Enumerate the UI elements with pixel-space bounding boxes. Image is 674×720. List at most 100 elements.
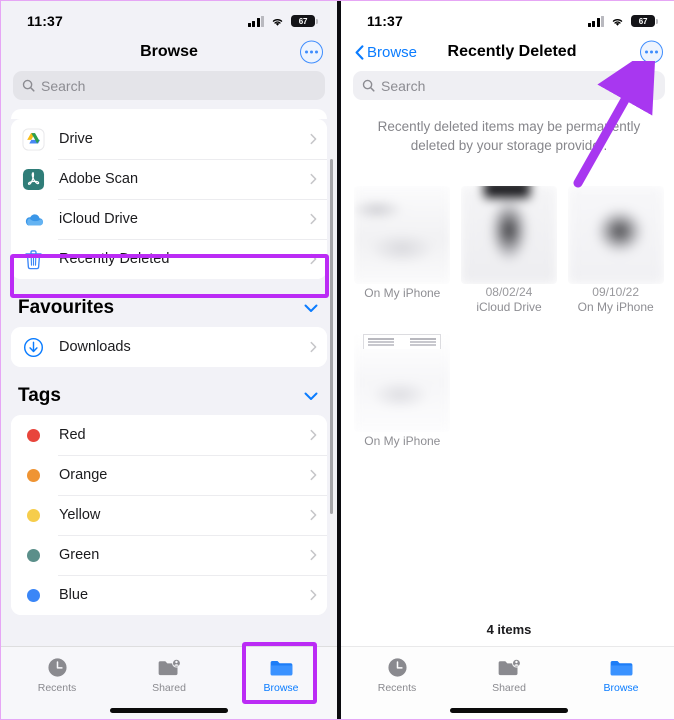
sidebar-item-label: Recently Deleted <box>59 251 170 267</box>
tab-recents[interactable]: Recents <box>1 647 113 719</box>
sidebar-item-icloud-drive[interactable]: iCloud Drive <box>11 199 327 239</box>
wifi-icon <box>272 18 283 26</box>
tag-color-dot <box>20 422 47 449</box>
clock-icon <box>387 656 408 679</box>
cellular-signal-icon <box>247 15 264 27</box>
grid-item[interactable]: On My iPhone <box>351 334 454 474</box>
search-placeholder: Search <box>381 77 426 94</box>
sidebar-item-drive[interactable]: Drive <box>11 119 327 159</box>
tag-color-dot <box>20 582 47 609</box>
search-input[interactable]: Search <box>353 71 665 100</box>
sidebar-item-label: Downloads <box>59 339 131 355</box>
shared-folder-icon <box>497 656 522 679</box>
favourites-section-header[interactable]: Favourites <box>11 279 327 327</box>
more-options-icon[interactable] <box>300 40 323 64</box>
nav-bar-right: Browse Recently Deleted <box>341 35 674 69</box>
chevron-left-icon <box>355 44 364 60</box>
file-thumbnail[interactable] <box>354 334 451 432</box>
scrollbar[interactable] <box>330 159 333 514</box>
sidebar-item-label: Adobe Scan <box>59 171 139 187</box>
file-thumbnail[interactable] <box>567 186 664 284</box>
tab-label: Shared <box>492 682 526 694</box>
chevron-down-icon[interactable] <box>304 304 318 313</box>
section-title: Favourites <box>18 297 115 318</box>
tag-color-dot <box>20 502 47 529</box>
tab-browse[interactable]: Browse <box>225 647 337 719</box>
home-indicator <box>450 708 568 713</box>
tab-label: Recents <box>377 682 417 694</box>
sidebar-item-tag-green[interactable]: Green <box>11 535 327 575</box>
page-title: Recently Deleted <box>447 43 577 60</box>
sidebar-item-tag-orange[interactable]: Orange <box>11 455 327 495</box>
screenshot-root: 11:37 67 Browse Search Drive Adobe Scan … <box>0 0 674 720</box>
file-thumbnail[interactable] <box>460 186 557 284</box>
left-phone-screen: 11:37 67 Browse Search Drive Adobe Scan … <box>1 1 337 719</box>
battery-icon: 67 <box>631 15 658 27</box>
sidebar-item-tag-yellow[interactable]: Yellow <box>11 495 327 535</box>
page-title: Browse <box>140 43 198 60</box>
item-location: On My iPhone <box>577 300 654 314</box>
status-icons: 67 <box>247 15 318 27</box>
status-bar-left: 11:37 67 <box>1 1 337 35</box>
back-label: Browse <box>367 43 418 61</box>
grid-item[interactable]: On My iPhone <box>351 186 454 326</box>
chevron-right-icon <box>310 549 317 561</box>
home-indicator <box>110 708 228 713</box>
tab-bar-left: Recents Shared Browse <box>1 646 337 719</box>
search-container-right: Search <box>341 69 674 108</box>
status-time: 11:37 <box>367 13 404 29</box>
items-count: 4 items <box>486 622 532 637</box>
grid-item[interactable]: 08/02/24 iCloud Drive <box>458 186 561 326</box>
chevron-right-icon <box>310 133 317 145</box>
sidebar-item-label: Blue <box>59 587 89 603</box>
battery-percent: 67 <box>298 16 308 26</box>
item-date: 09/10/22 <box>592 285 640 299</box>
section-title: Tags <box>18 385 61 406</box>
browse-list[interactable]: Drive Adobe Scan iCloud Drive Recently D… <box>1 109 337 646</box>
chevron-right-icon <box>310 509 317 521</box>
favourites-card: Downloads <box>11 327 327 367</box>
chevron-right-icon <box>310 341 317 353</box>
chevron-right-icon <box>310 213 317 225</box>
tab-label: Browse <box>263 682 299 694</box>
search-input[interactable]: Search <box>13 71 325 100</box>
folder-icon <box>609 656 634 679</box>
search-container-left: Search <box>1 69 337 108</box>
sidebar-item-recently-deleted[interactable]: Recently Deleted <box>11 239 327 279</box>
sidebar-item-label: Orange <box>59 467 108 483</box>
sidebar-item-tag-blue[interactable]: Blue <box>11 575 327 615</box>
search-icon <box>362 79 375 92</box>
tab-label: Recents <box>37 682 77 694</box>
sidebar-item-label: Drive <box>59 131 93 147</box>
chevron-down-icon[interactable] <box>304 392 318 401</box>
tag-color-dot <box>20 462 47 489</box>
tab-recents[interactable]: Recents <box>341 647 453 719</box>
item-date: 08/02/24 <box>485 285 533 299</box>
sidebar-item-downloads[interactable]: Downloads <box>11 327 327 367</box>
tab-browse[interactable]: Browse <box>565 647 674 719</box>
right-phone-screen: 11:37 67 Browse Recently Deleted Search … <box>341 1 674 719</box>
status-icons: 67 <box>587 15 658 27</box>
battery-percent: 67 <box>638 16 648 26</box>
tags-section-header[interactable]: Tags <box>11 367 327 415</box>
more-options-icon[interactable] <box>640 40 663 64</box>
tab-label: Browse <box>603 682 639 694</box>
download-circle-icon <box>20 334 47 361</box>
sidebar-item-tag-red[interactable]: Red <box>11 415 327 455</box>
grid-item[interactable]: 09/10/22 On My iPhone <box>564 186 667 326</box>
deleted-items-notice: Recently deleted items may be permanentl… <box>377 119 641 154</box>
trash-icon <box>20 246 47 273</box>
chevron-right-icon <box>310 429 317 441</box>
item-location: iCloud Drive <box>476 300 542 314</box>
locations-card: Drive Adobe Scan iCloud Drive Recently D… <box>11 119 327 279</box>
google-drive-icon <box>20 126 47 153</box>
deleted-items-grid: On My iPhone 08/02/24 iCloud Drive 09/10… <box>341 186 674 604</box>
tab-bar-right: Recents Shared Browse <box>341 646 674 719</box>
status-time: 11:37 <box>27 13 64 29</box>
back-button[interactable]: Browse <box>355 44 417 61</box>
sidebar-item-adobe-scan[interactable]: Adobe Scan <box>11 159 327 199</box>
status-bar-right: 11:37 67 <box>341 1 674 35</box>
battery-icon: 67 <box>291 15 318 27</box>
file-thumbnail[interactable] <box>354 186 451 284</box>
item-location: On My iPhone <box>364 286 441 300</box>
